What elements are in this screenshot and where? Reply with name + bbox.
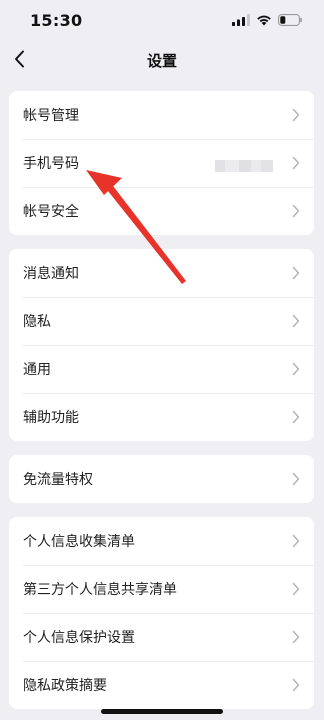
chevron-right-icon [292, 582, 300, 596]
settings-item-label: 隐私政策摘要 [23, 678, 107, 694]
settings-item-personal-info-protection[interactable]: 个人信息保护设置 [9, 613, 314, 661]
settings-item-label: 辅助功能 [23, 410, 79, 426]
chevron-right-icon [292, 108, 300, 122]
settings-item-third-party-sharing-list[interactable]: 第三方个人信息共享清单 [9, 565, 314, 613]
chevron-right-icon [292, 204, 300, 218]
chevron-right-icon [292, 362, 300, 376]
settings-group-general: 消息通知 隐私 通用 辅助功能 [9, 249, 314, 441]
wifi-icon [257, 15, 271, 26]
settings-group-account: 帐号管理 手机号码 帐号安全 [9, 91, 314, 235]
chevron-right-icon [292, 156, 300, 170]
home-indicator[interactable] [101, 709, 223, 714]
settings-item-label: 第三方个人信息共享清单 [23, 582, 177, 598]
chevron-right-icon [292, 630, 300, 644]
navigation-bar: 设置 [0, 40, 324, 80]
settings-item-label: 通用 [23, 362, 51, 378]
chevron-right-icon [292, 410, 300, 424]
settings-item-label: 个人信息保护设置 [23, 630, 135, 646]
settings-item-personal-info-collection-list[interactable]: 个人信息收集清单 [9, 517, 314, 565]
settings-item-label: 帐号管理 [23, 108, 79, 124]
chevron-right-icon [292, 266, 300, 280]
phone-number-value-redacted [215, 157, 273, 172]
settings-item-account-security[interactable]: 帐号安全 [9, 187, 314, 235]
settings-item-privacy-policy-summary[interactable]: 隐私政策摘要 [9, 661, 314, 709]
chevron-right-icon [292, 314, 300, 328]
chevron-right-icon [292, 678, 300, 692]
settings-item-label: 手机号码 [23, 156, 79, 172]
chevron-right-icon [292, 472, 300, 486]
status-bar: 15:30 [0, 0, 324, 44]
page-title: 设置 [146, 52, 177, 70]
settings-item-privacy[interactable]: 隐私 [9, 297, 314, 345]
status-time: 15:30 [30, 11, 83, 30]
settings-item-label: 隐私 [23, 314, 51, 330]
settings-item-account-management[interactable]: 帐号管理 [9, 91, 314, 139]
settings-item-general[interactable]: 通用 [9, 345, 314, 393]
status-icons [232, 14, 302, 26]
settings-item-phone-number[interactable]: 手机号码 [9, 139, 314, 187]
settings-item-notifications[interactable]: 消息通知 [9, 249, 314, 297]
settings-item-label: 个人信息收集清单 [23, 534, 135, 550]
settings-item-label: 消息通知 [23, 266, 79, 282]
settings-item-free-data-privilege[interactable]: 免流量特权 [9, 455, 314, 503]
settings-item-label: 免流量特权 [23, 472, 93, 488]
battery-icon [278, 14, 302, 26]
cellular-signal-icon [232, 14, 250, 26]
settings-item-accessibility[interactable]: 辅助功能 [9, 393, 314, 441]
settings-group-personal-info: 个人信息收集清单 第三方个人信息共享清单 个人信息保护设置 隐私政策摘要 [9, 517, 314, 709]
settings-item-label: 帐号安全 [23, 204, 79, 220]
settings-group-data-plan: 免流量特权 [9, 455, 314, 503]
chevron-right-icon [292, 534, 300, 548]
